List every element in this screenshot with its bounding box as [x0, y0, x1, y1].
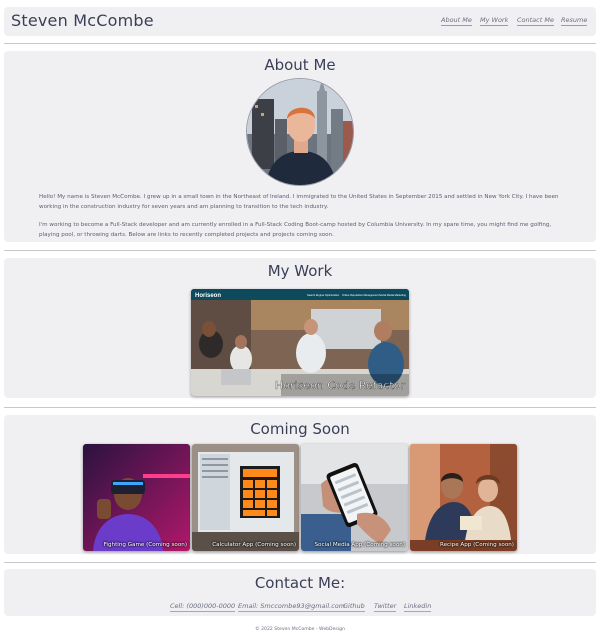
coming-soon-card-fighting-game[interactable]: Fighting Game (Coming soon)	[83, 444, 190, 551]
nav-link-work[interactable]: My Work	[480, 16, 509, 26]
coming-soon-caption: Fighting Game (Coming soon)	[103, 542, 187, 548]
horiseon-nav-item: Search Engine Optimization	[307, 293, 340, 297]
site-title: Steven McCombe	[11, 11, 154, 30]
contact-email-link[interactable]: Email: Smccombe93@gmail.com	[238, 602, 346, 612]
contact-linkedin-link[interactable]: Linkedin	[404, 602, 432, 612]
coming-soon-caption: Recipe App (Coming soon)	[439, 542, 514, 548]
footer-text: © 2022 Steven McCombe - WebDesign	[255, 627, 345, 632]
nav-link-about[interactable]: About Me	[441, 16, 472, 26]
coming-soon-card-social-media-app[interactable]: Social Media App (Coming soon)	[301, 444, 408, 551]
contact-phone-link[interactable]: Cell: (000)000-0000	[170, 602, 236, 612]
horiseon-nav-item: Social Media Marketing	[379, 293, 407, 297]
coming-soon-heading: Coming Soon	[250, 420, 350, 438]
coming-soon-caption: Social Media App (Coming soon)	[314, 542, 405, 548]
horiseon-nav-item: Online Reputation Management	[342, 293, 379, 297]
work-heading: My Work	[267, 262, 333, 280]
nav-link-resume[interactable]: Resume	[561, 16, 588, 26]
about-paragraph: Hello! My name is Steven McCombe. I grew…	[39, 194, 559, 210]
divider	[4, 562, 596, 563]
divider	[4, 250, 596, 251]
nav-link-contact[interactable]: Contact Me	[517, 16, 554, 26]
coming-soon-card-recipe-app[interactable]: Recipe App (Coming soon)	[410, 444, 517, 551]
about-paragraph: I'm working to become a Full-Stack devel…	[39, 222, 552, 238]
project-card-horiseon[interactable]: Horiseon Search Engine Optimization Onli…	[191, 289, 409, 396]
coming-soon-caption: Calculator App (Coming soon)	[212, 542, 296, 548]
project-caption: Horiseon Code Refactor	[275, 379, 406, 392]
contact-twitter-link[interactable]: Twitter	[374, 602, 397, 612]
divider	[4, 407, 596, 408]
coming-soon-section: Coming Soon Fighting Game (Coming soon)	[4, 415, 596, 554]
profile-photo	[246, 78, 354, 186]
contact-heading: Contact Me:	[254, 574, 346, 592]
coming-soon-card-calculator-app[interactable]: Calculator App (Coming soon)	[192, 444, 299, 551]
contact-github-link[interactable]: Github	[343, 602, 365, 612]
contact-section: Contact Me: Cell: (000)000-0000 Email: S…	[4, 569, 596, 616]
horiseon-logo: Horiseon	[195, 293, 221, 299]
about-section: About Me Hello! My name is Steven McComb…	[4, 51, 596, 242]
site-header: Steven McCombe About Me My Work Contact …	[4, 7, 596, 36]
divider	[4, 43, 596, 44]
about-heading: About Me	[264, 56, 336, 74]
work-section: My Work Horiseon Search Engine Optimizat…	[4, 258, 596, 398]
